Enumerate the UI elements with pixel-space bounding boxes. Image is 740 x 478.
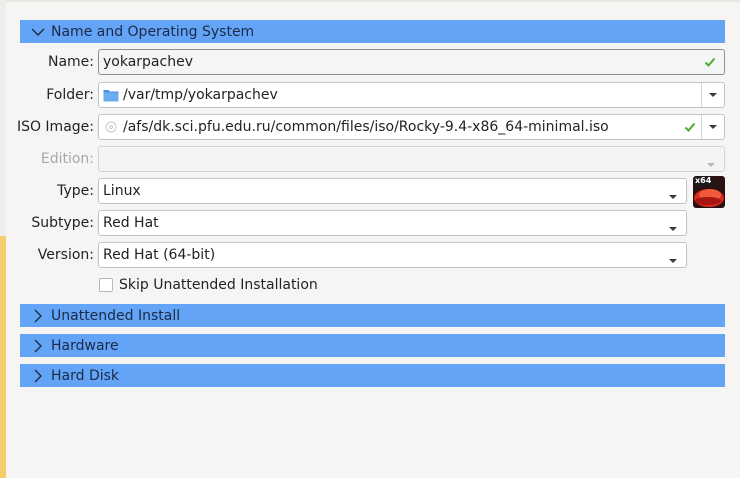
subtype-value: Red Hat [103,215,159,231]
section-header-hardware[interactable]: Hardware [20,334,725,357]
folder-selector[interactable]: /var/tmp/yokarpachev [98,82,725,108]
iso-dropdown-button[interactable] [701,115,724,139]
name-label: Name: [47,54,94,70]
dropdown-arrow-icon [668,188,678,204]
name-field[interactable]: yokarpachev [98,49,725,75]
version-value: Red Hat (64-bit) [103,247,216,263]
section-title: Hard Disk [51,367,120,384]
section-header-hard-disk[interactable]: Hard Disk [20,364,725,387]
dropdown-arrow-icon [706,156,716,172]
skip-unattended-option[interactable]: Skip Unattended Installation [99,277,318,293]
folder-dropdown-button[interactable] [701,83,724,107]
folder-label: Folder: [46,87,94,103]
left-edge-accent [0,236,6,478]
new-vm-wizard-page: Name and Operating System Name: yokarpac… [0,0,740,478]
subtype-combobox[interactable]: Red Hat [98,210,687,236]
section-title: Hardware [51,337,119,354]
top-divider [0,0,740,2]
edition-label: Edition: [40,151,94,167]
section-header-name-os[interactable]: Name and Operating System [20,20,725,43]
left-edge-strip [0,0,6,236]
chevron-down-icon [26,20,50,43]
chevron-right-icon [26,334,50,357]
type-combobox[interactable]: Linux [98,178,687,204]
iso-image-label: ISO Image: [16,119,94,135]
iso-image-selector[interactable]: /afs/dk.sci.pfu.edu.ru/common/files/iso/… [98,114,725,140]
iso-image-value: /afs/dk.sci.pfu.edu.ru/common/files/iso/… [123,119,609,135]
dropdown-arrow-icon [668,252,678,268]
subtype-label: Subtype: [31,215,94,231]
section-title: Name and Operating System [51,23,255,40]
chevron-right-icon [26,364,50,387]
section-header-unattended-install[interactable]: Unattended Install [20,304,725,327]
section-title: Unattended Install [51,307,181,324]
disc-icon [105,121,117,133]
dropdown-arrow-icon [709,125,717,129]
folder-icon [103,88,119,102]
os-icon-badge: x64 [695,176,712,185]
skip-unattended-label: Skip Unattended Installation [119,277,318,293]
edition-combobox [98,146,725,172]
name-value: yokarpachev [103,54,193,70]
redhat-x64-icon: x64 [693,176,725,208]
skip-unattended-checkbox[interactable] [99,278,113,292]
version-combobox[interactable]: Red Hat (64-bit) [98,242,687,268]
dropdown-arrow-icon [668,220,678,236]
type-value: Linux [103,183,141,199]
version-label: Version: [37,247,94,263]
valid-check-icon [704,56,716,72]
folder-value: /var/tmp/yokarpachev [123,87,278,103]
type-label: Type: [57,183,94,199]
dropdown-arrow-icon [709,93,717,97]
valid-check-icon [684,121,696,137]
chevron-right-icon [26,304,50,327]
